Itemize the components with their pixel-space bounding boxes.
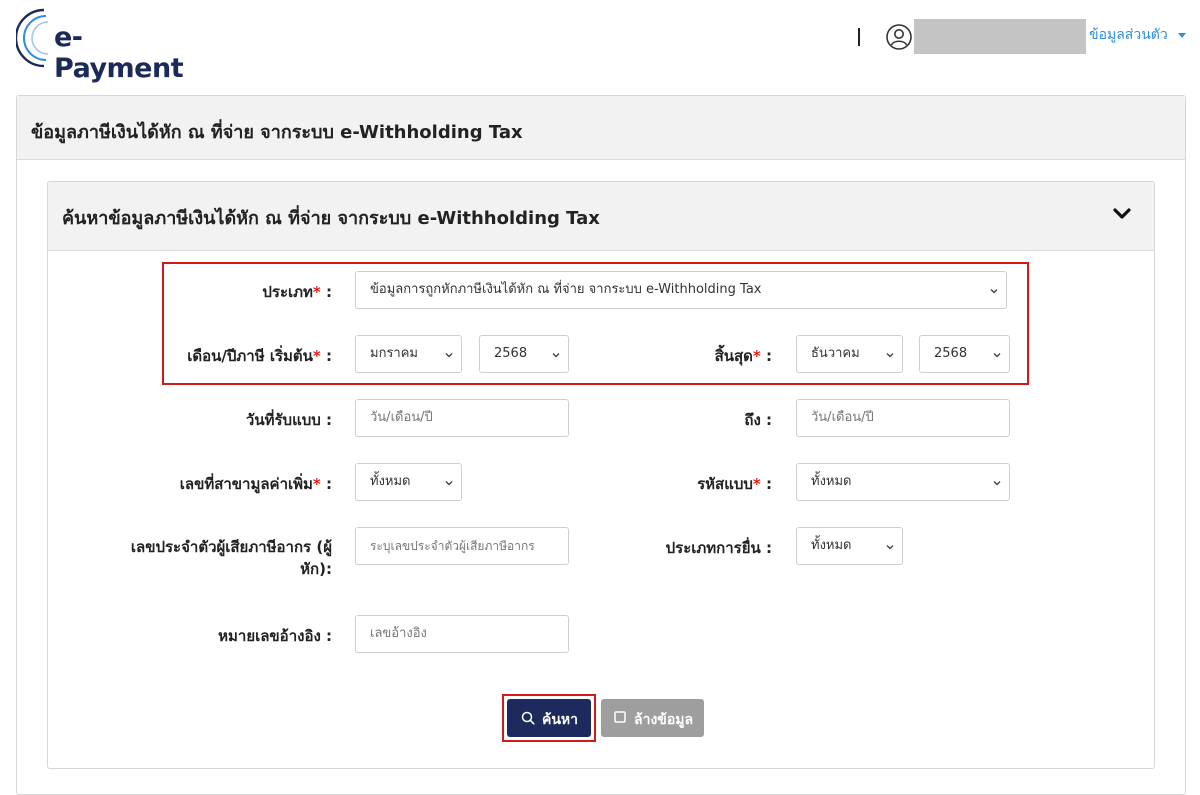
search-icon <box>521 711 535 725</box>
username-redacted <box>914 19 1086 54</box>
search-panel-header[interactable]: ค้นหาข้อมูลภาษีเงินได้หัก ณ ที่จ่าย จากร… <box>48 182 1154 251</box>
logo-text: e-Payment <box>54 22 184 84</box>
chevron-down-icon <box>445 481 453 486</box>
caret-down-icon[interactable] <box>1178 33 1186 38</box>
top-header: e-Payment ข้อมูลส่วนตัว <box>0 0 1200 84</box>
filing-type-select[interactable]: ทั้งหมด <box>796 527 903 565</box>
to-date-input[interactable]: วัน/เดือน/ปี <box>796 399 1010 437</box>
tax-id-label: เลขประจำตัวผู้เสียภาษีอากร (ผู้ หัก): <box>130 538 332 578</box>
type-select[interactable]: ข้อมูลการถูกหักภาษีเงินได้หัก ณ ที่จ่าย … <box>355 271 1007 309</box>
page-title: ข้อมูลภาษีเงินได้หัก ณ ที่จ่าย จากระบบ e… <box>31 122 523 143</box>
filing-type-label: ประเภทการยื่น : <box>665 539 772 557</box>
square-icon <box>614 711 626 723</box>
reference-input[interactable]: เลขอ้างอิง <box>355 615 569 653</box>
vat-branch-select[interactable]: ทั้งหมด <box>355 463 462 501</box>
search-button-label: ค้นหา <box>542 712 579 728</box>
reference-label: หมายเลขอ้างอิง : <box>218 627 332 645</box>
end-year-select[interactable]: 2568 <box>919 335 1010 373</box>
chevron-down-icon <box>552 353 560 358</box>
vat-branch-label: เลขที่สาขามูลค่าเพิ่ม* : <box>179 475 332 493</box>
end-period-label: สิ้นสุด* : <box>714 347 772 365</box>
clear-button-label: ล้างข้อมูล <box>634 712 694 728</box>
received-date-label: วันที่รับแบบ : <box>245 411 332 429</box>
chevron-down-icon <box>886 353 894 358</box>
form-code-select[interactable]: ทั้งหมด <box>796 463 1010 501</box>
chevron-down-icon <box>886 545 894 550</box>
end-month-select[interactable]: ธันวาคม <box>796 335 903 373</box>
user-circle-icon[interactable] <box>886 24 912 50</box>
form-code-label: รหัสแบบ* : <box>697 475 772 493</box>
header-divider <box>858 28 860 46</box>
to-date-label: ถึง : <box>744 411 772 429</box>
clear-button[interactable]: ล้างข้อมูล <box>601 699 704 737</box>
search-button[interactable]: ค้นหา <box>507 699 591 737</box>
chevron-down-icon <box>990 289 998 294</box>
received-date-input[interactable]: วัน/เดือน/ปี <box>355 399 569 437</box>
chevron-down-icon <box>993 481 1001 486</box>
search-panel-title: ค้นหาข้อมูลภาษีเงินได้หัก ณ ที่จ่าย จากร… <box>62 208 600 229</box>
start-month-select[interactable]: มกราคม <box>355 335 462 373</box>
chevron-down-icon <box>445 353 453 358</box>
chevron-down-icon[interactable] <box>1112 206 1132 222</box>
profile-menu-link[interactable]: ข้อมูลส่วนตัว <box>1089 24 1168 46</box>
e-payment-logo[interactable]: e-Payment <box>16 4 196 84</box>
chevron-down-icon <box>993 353 1001 358</box>
card-header: ข้อมูลภาษีเงินได้หัก ณ ที่จ่าย จากระบบ e… <box>17 96 1185 160</box>
start-year-select[interactable]: 2568 <box>479 335 569 373</box>
start-period-label: เดือน/ปีภาษี เริ่มต้น* : <box>187 347 332 365</box>
type-label: ประเภท* : <box>262 283 332 301</box>
tax-id-input[interactable]: ระบุเลขประจำตัวผู้เสียภาษีอากร <box>355 527 569 565</box>
